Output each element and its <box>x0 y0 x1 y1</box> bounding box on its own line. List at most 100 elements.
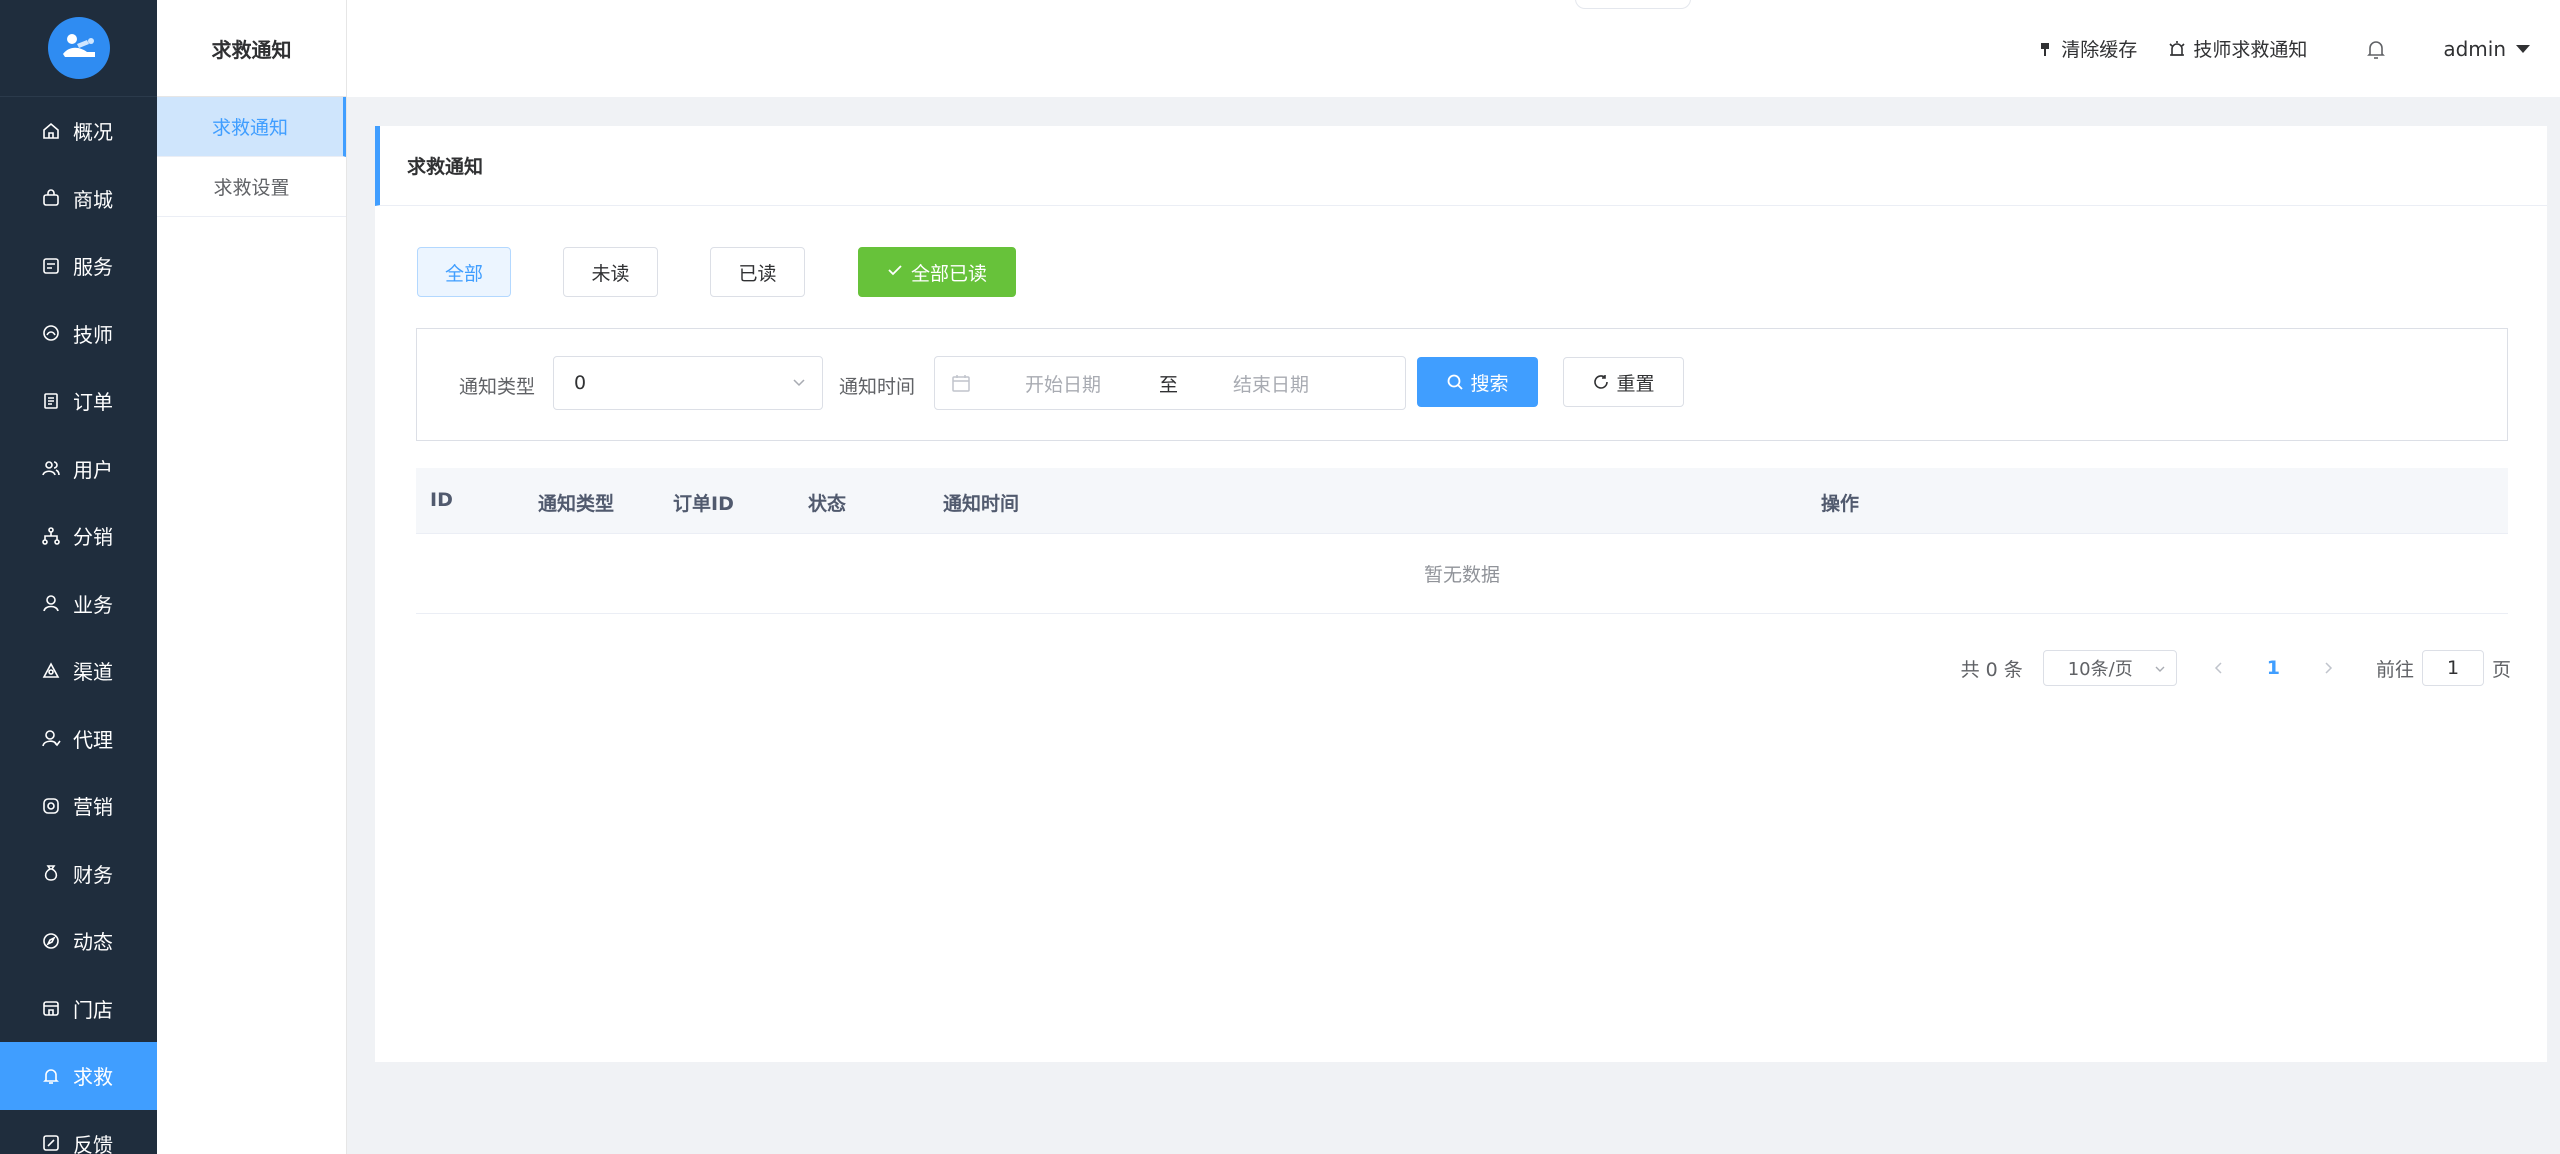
sidebar-item-label: 代理 <box>73 727 113 752</box>
sidebar-item-label: 动态 <box>73 930 113 955</box>
clear-cache-label: 清除缓存 <box>2061 39 2138 61</box>
search-form: 通知类型 0 通知时间 开始日期 至 结束日期 搜索 重置 <box>416 328 2508 441</box>
col-actions: 操作 <box>1821 493 1860 515</box>
goto-page-input[interactable]: 1 <box>2421 650 2484 686</box>
start-date-input[interactable]: 开始日期 <box>1025 370 1101 397</box>
table-empty-state: 暂无数据 <box>416 534 2508 614</box>
username: admin <box>2443 36 2506 61</box>
clear-cache-button[interactable]: 清除缓存 <box>2035 35 2137 62</box>
sidebar-item-distribution[interactable]: 分销 <box>0 502 157 570</box>
sidebar-item-users[interactable]: 用户 <box>0 435 157 503</box>
notice-type-select[interactable]: 0 <box>553 356 823 410</box>
distribution-icon <box>40 525 62 547</box>
card-title: 求救通知 <box>375 126 2547 206</box>
filter-unread-button[interactable]: 未读 <box>563 247 658 297</box>
sidebar-item-business[interactable]: 业务 <box>0 570 157 638</box>
next-page-button[interactable] <box>2316 656 2340 680</box>
secondary-menu: 求救通知 求救通知 求救设置 <box>157 0 347 1154</box>
tech-sos-notice-button[interactable]: 技师求救通知 <box>2167 35 2307 62</box>
goto-prefix: 前往 <box>2375 658 2414 681</box>
sidebar-item-label: 分销 <box>73 525 113 550</box>
tech-sos-notice-label: 技师求救通知 <box>2193 39 2308 61</box>
col-order-id: 订单ID <box>673 493 734 515</box>
channel-icon <box>40 660 62 682</box>
sidebar-item-finance[interactable]: 财务 <box>0 840 157 908</box>
chevron-down-icon <box>2155 666 2165 672</box>
sidebar-item-marketing[interactable]: 营销 <box>0 772 157 840</box>
agent-icon <box>40 727 62 749</box>
mark-all-read-button[interactable]: 全部已读 <box>858 247 1016 297</box>
feedback-icon <box>40 1132 62 1154</box>
reset-button[interactable]: 重置 <box>1563 357 1684 407</box>
users-icon <box>40 457 62 479</box>
goto-page: 前往 1 页 <box>2376 650 2511 686</box>
main-sidebar: 概况 商城 服务 技师 订单 用户 分销 业务 渠道 代理 营销 财务 动态 门… <box>0 0 157 1154</box>
filter-all-button[interactable]: 全部 <box>417 247 511 297</box>
sidebar-item-label: 商城 <box>73 187 113 212</box>
page-size-select[interactable]: 10条/页 <box>2042 650 2177 686</box>
sidebar-item-news[interactable]: 动态 <box>0 907 157 975</box>
table-header: ID 通知类型 订单ID 状态 通知时间 操作 <box>416 468 2508 534</box>
page-number-current[interactable]: 1 <box>2267 657 2280 679</box>
submenu-item-sos-settings[interactable]: 求救设置 <box>157 157 346 217</box>
sidebar-item-technician[interactable]: 技师 <box>0 300 157 368</box>
sidebar-item-mall[interactable]: 商城 <box>0 165 157 233</box>
pagination: 共 0 条 10条/页 1 前往 1 页 <box>1961 650 2511 686</box>
refresh-icon <box>1594 375 1609 389</box>
notice-time-label: 通知时间 <box>839 376 916 398</box>
submenu-item-sos-notice[interactable]: 求救通知 <box>157 97 346 157</box>
check-icon <box>887 261 903 283</box>
notice-time-daterange[interactable]: 开始日期 至 结束日期 <box>934 356 1406 410</box>
home-icon <box>40 120 62 142</box>
sidebar-item-channel[interactable]: 渠道 <box>0 637 157 705</box>
reset-button-label: 重置 <box>1616 372 1655 395</box>
caret-down-icon <box>2516 44 2530 53</box>
search-button-label: 搜索 <box>1470 372 1509 395</box>
sidebar-item-label: 营销 <box>73 795 113 820</box>
sidebar-item-overview[interactable]: 概况 <box>0 97 157 165</box>
sidebar-item-feedback[interactable]: 反馈 <box>0 1110 157 1154</box>
sidebar-item-store[interactable]: 门店 <box>0 975 157 1043</box>
page-size-value: 10条/页 <box>2067 659 2133 680</box>
col-id: ID <box>430 489 453 511</box>
sidebar-item-order[interactable]: 订单 <box>0 367 157 435</box>
filter-read-button[interactable]: 已读 <box>710 247 805 297</box>
money-bag-icon <box>40 862 62 884</box>
sidebar-item-agent[interactable]: 代理 <box>0 705 157 773</box>
service-icon <box>40 255 62 277</box>
search-icon <box>1448 374 1464 390</box>
store-icon <box>40 997 62 1019</box>
end-date-input[interactable]: 结束日期 <box>1233 370 1309 397</box>
notice-type-value: 0 <box>574 372 587 394</box>
col-notice-time: 通知时间 <box>943 493 1020 515</box>
massage-logo-icon <box>62 34 95 57</box>
technician-icon <box>40 322 62 344</box>
chevron-left-icon <box>2214 662 2222 674</box>
submenu-title: 求救通知 <box>157 0 346 97</box>
calendar-icon <box>952 375 970 392</box>
sidebar-item-label: 用户 <box>73 457 113 482</box>
user-icon <box>40 592 62 614</box>
sidebar-item-label: 业务 <box>73 592 113 617</box>
app-logo[interactable] <box>47 17 110 79</box>
main-card: 求救通知 全部 未读 已读 全部已读 通知类型 0 通知时间 开始日期 至 结束… <box>375 126 2547 1062</box>
col-status: 状态 <box>808 493 847 515</box>
sidebar-item-label: 求救 <box>73 1065 113 1090</box>
search-button[interactable]: 搜索 <box>1417 357 1538 407</box>
user-menu[interactable]: admin <box>2443 37 2530 61</box>
sidebar-item-label: 渠道 <box>73 660 113 685</box>
sidebar-item-label: 门店 <box>73 997 113 1022</box>
notice-table: ID 通知类型 订单ID 状态 通知时间 操作 暂无数据 <box>416 468 2508 614</box>
prev-page-button[interactable] <box>2207 656 2231 680</box>
collapse-handle[interactable] <box>1575 0 1691 9</box>
status-filter-group: 全部 未读 已读 全部已读 <box>417 247 1068 297</box>
notification-bell-icon[interactable] <box>2363 36 2389 62</box>
shop-bag-icon <box>40 187 62 209</box>
notice-type-label: 通知类型 <box>459 376 536 398</box>
goto-suffix: 页 <box>2491 658 2511 681</box>
sidebar-item-label: 反馈 <box>73 1132 113 1154</box>
sidebar-item-sos[interactable]: 求救 <box>0 1042 157 1110</box>
pagination-total: 共 0 条 <box>1960 658 2023 681</box>
compass-icon <box>40 930 62 952</box>
sidebar-item-service[interactable]: 服务 <box>0 232 157 300</box>
